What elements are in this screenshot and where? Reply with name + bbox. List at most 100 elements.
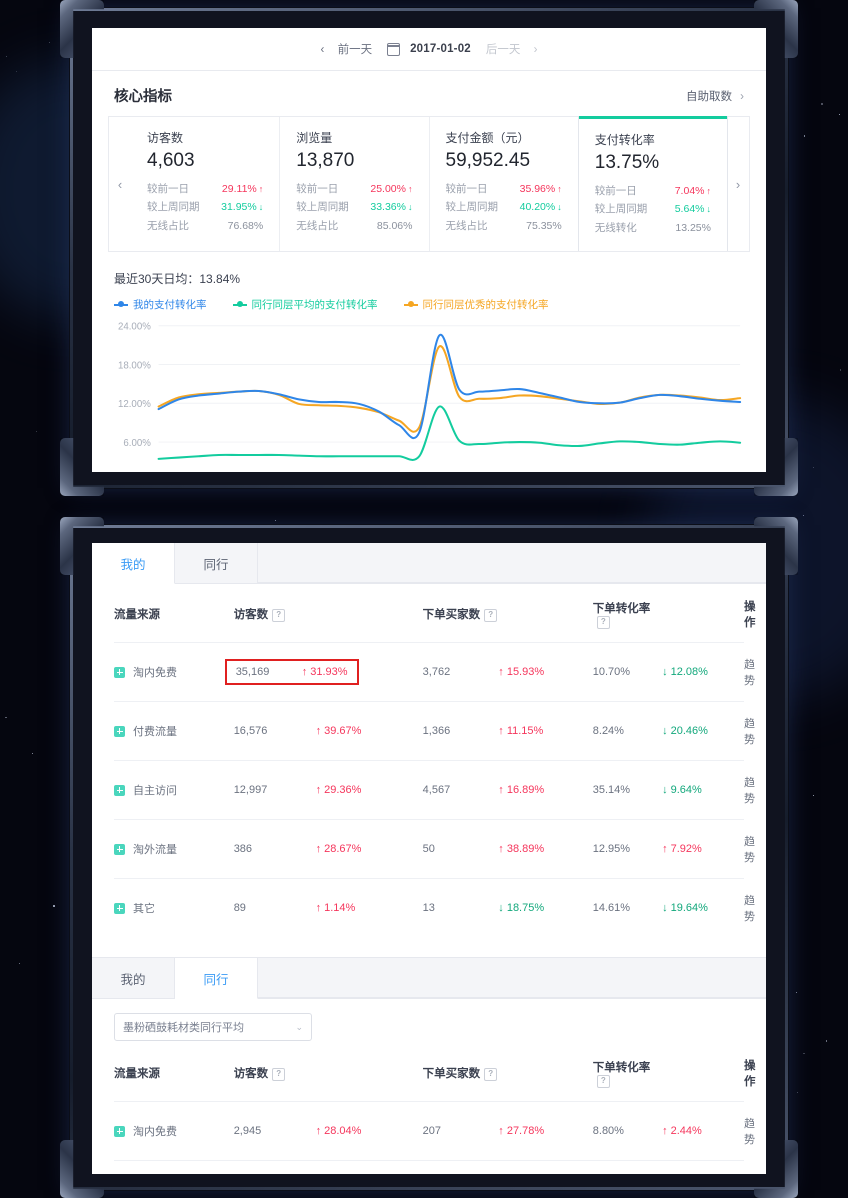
- table-row[interactable]: 淘外流量386↑ 28.67%50↑ 38.89%12.95%↑ 7.92%趋势: [114, 820, 744, 879]
- cell-buyers-delta: ↑ 38.89%: [498, 820, 593, 879]
- legend-item-0[interactable]: 我的支付转化率: [114, 297, 207, 312]
- column-header-2: [316, 584, 423, 643]
- next-day-button[interactable]: 后一天 ›: [481, 41, 543, 57]
- cell-source: 自主访问: [114, 761, 234, 820]
- core-metrics-panel: ‹ 前一天 2017-01-02 后一天 › 核心指标 自助取数 › ‹ 访客数…: [70, 8, 788, 488]
- mine-tab-filler: [258, 543, 766, 583]
- arrow-down-icon: ↓: [707, 204, 712, 214]
- legend-item-2[interactable]: 同行同层优秀的支付转化率: [404, 297, 549, 312]
- peer-table-body: 淘内免费2,945↑ 28.04%207↑ 27.78%8.80%↑ 2.44%…: [114, 1102, 744, 1175]
- delta-up: ↑ 28.04%: [316, 1125, 362, 1137]
- metric-compare-label: 较上周同期: [296, 198, 349, 216]
- expand-icon[interactable]: [114, 667, 125, 678]
- help-icon[interactable]: ?: [597, 1075, 610, 1088]
- help-icon[interactable]: ?: [272, 1068, 285, 1081]
- cell-source: 淘外流量: [114, 820, 234, 879]
- delta-up: ↑ 27.78%: [498, 1125, 544, 1137]
- table-header-row: 流量来源访客数?下单买家数?下单转化率?操作: [114, 1043, 744, 1102]
- metric-compare-value: 25.00%↑: [370, 180, 412, 198]
- column-header-4: [498, 584, 593, 643]
- cell-visitors-delta: ↑ 39.67%: [316, 702, 423, 761]
- mine-traffic-table: 流量来源访客数?下单买家数?下单转化率?操作 淘内免费35,169↑ 31.93…: [114, 584, 744, 937]
- cell-visitors: 12,997: [234, 761, 316, 820]
- metric-value: 4,603: [147, 150, 263, 172]
- column-header-2: [316, 1043, 423, 1102]
- metric-compare-row: 较上周同期 33.36%↓: [296, 198, 412, 216]
- metric-card-0[interactable]: 访客数4,603较前一日29.11%↑较上周同期31.95%↓无线占比76.68…: [131, 117, 280, 251]
- carousel-prev-button[interactable]: ‹: [109, 117, 131, 251]
- table-row[interactable]: 其它89↑ 1.14%13↓ 18.75%14.61%↓ 19.64%趋势: [114, 879, 744, 938]
- table-row[interactable]: 自主访问857↑ 30.44%258↑ 23.44%32.03%↓ 3.93%趋…: [114, 1161, 744, 1175]
- previous-day-label: 前一天: [338, 44, 373, 56]
- delta-up: ↑ 39.67%: [316, 725, 362, 737]
- table-row[interactable]: 付费流量16,576↑ 39.67%1,366↑ 11.15%8.24%↓ 20…: [114, 702, 744, 761]
- table-row[interactable]: 淘内免费2,945↑ 28.04%207↑ 27.78%8.80%↑ 2.44%…: [114, 1102, 744, 1161]
- column-header-6: [662, 1043, 744, 1102]
- metrics-carousel: ‹ 访客数4,603较前一日29.11%↑较上周同期31.95%↓无线占比76.…: [108, 116, 750, 252]
- table-row[interactable]: 淘内免费35,169↑ 31.93%3,762↑ 15.93%10.70%↓ 1…: [114, 643, 744, 702]
- peer-tab-1[interactable]: 同行: [175, 958, 258, 999]
- help-icon[interactable]: ?: [597, 616, 610, 629]
- delta-up: ↑ 1.14%: [316, 902, 356, 914]
- metric-name: 访客数: [147, 129, 263, 146]
- current-date-value[interactable]: 2017-01-02: [410, 43, 471, 55]
- arrow-up-icon: ↑: [302, 666, 308, 678]
- metric-compare-row: 较前一日 25.00%↑: [296, 180, 412, 198]
- table-header-row: 流量来源访客数?下单买家数?下单转化率?操作: [114, 584, 744, 643]
- metric-compare-label: 较上周同期: [446, 198, 499, 216]
- peer-tab-bar: 我的同行: [92, 957, 766, 999]
- cell-conversion: 8.80%: [593, 1102, 662, 1161]
- delta-up: ↑ 16.89%: [498, 784, 544, 796]
- help-icon[interactable]: ?: [484, 1068, 497, 1081]
- expand-icon[interactable]: [114, 1126, 125, 1137]
- metric-compare-value: 13.25%: [675, 219, 711, 237]
- expand-icon[interactable]: [114, 903, 125, 914]
- metric-compare-row: 较前一日29.11%↑: [147, 180, 263, 198]
- metric-compare-label: 较前一日: [147, 180, 189, 198]
- metric-compare-value: 33.36%↓: [370, 198, 412, 216]
- chevron-right-icon: ›: [740, 91, 744, 103]
- arrow-down-icon: ↓: [662, 902, 668, 914]
- chart-average-label: 最近30天日均：13.84%: [114, 270, 744, 287]
- help-icon[interactable]: ?: [272, 609, 285, 622]
- chart-y-tick-label: 6.00%: [123, 438, 151, 449]
- mine-tab-0[interactable]: 我的: [92, 543, 175, 584]
- previous-day-button[interactable]: ‹ 前一天: [316, 41, 378, 57]
- delta-up: ↑ 31.93%: [302, 666, 348, 678]
- metric-compare-label: 较前一日: [595, 182, 637, 200]
- self-serve-query-link[interactable]: 自助取数 ›: [686, 88, 744, 104]
- peer-category-select[interactable]: 墨粉硒鼓耗材类同行平均 ⌄: [114, 1013, 312, 1041]
- help-icon[interactable]: ?: [484, 609, 497, 622]
- chevron-right-icon: ›: [534, 44, 538, 56]
- mine-tab-bar: 我的同行: [92, 543, 766, 584]
- table-row[interactable]: 自主访问12,997↑ 29.36%4,567↑ 16.89%35.14%↓ 9…: [114, 761, 744, 820]
- legend-swatch: [233, 304, 247, 306]
- metric-card-2[interactable]: 支付金额（元）59,952.45较前一日35.96%↑较上周同期40.20%↓无…: [430, 117, 579, 251]
- metric-compare-label: 较前一日: [296, 180, 338, 198]
- metric-compare-row: 无线占比76.68%: [147, 217, 263, 235]
- arrow-up-icon: ↑: [408, 184, 413, 194]
- cell-source: 淘内免费: [114, 1102, 234, 1161]
- legend-item-1[interactable]: 同行同层平均的支付转化率: [233, 297, 378, 312]
- metric-card-1[interactable]: 浏览量13,870较前一日25.00%↑较上周同期33.36%↓无线占比85.0…: [280, 117, 429, 251]
- metric-name: 支付转化率: [595, 131, 711, 148]
- peer-table-header: 流量来源访客数?下单买家数?下单转化率?操作: [114, 1043, 744, 1102]
- chart-canvas: 0.00%6.00%12.00%18.00%24.00%: [114, 318, 744, 472]
- peer-tab-0[interactable]: 我的: [92, 958, 175, 998]
- arrow-up-icon: ↑: [498, 1125, 504, 1137]
- metric-compare-row: 较上周同期5.64%↓: [595, 200, 711, 218]
- arrow-down-icon: ↓: [662, 784, 668, 796]
- carousel-next-button[interactable]: ›: [727, 117, 749, 251]
- expand-icon[interactable]: [114, 844, 125, 855]
- source-label: 其它: [133, 900, 155, 916]
- peer-tab-filler: [258, 958, 766, 998]
- next-day-label: 后一天: [486, 44, 521, 56]
- metric-compare-value: 7.04%↑: [675, 182, 711, 200]
- expand-icon[interactable]: [114, 785, 125, 796]
- mine-tab-1[interactable]: 同行: [175, 543, 258, 583]
- arrow-up-icon: ↑: [662, 1125, 668, 1137]
- metric-card-3[interactable]: 支付转化率13.75%较前一日7.04%↑较上周同期5.64%↓无线转化13.2…: [579, 116, 727, 251]
- metric-compare-value: 5.64%↓: [675, 200, 711, 218]
- self-serve-query-label: 自助取数: [686, 91, 732, 103]
- expand-icon[interactable]: [114, 726, 125, 737]
